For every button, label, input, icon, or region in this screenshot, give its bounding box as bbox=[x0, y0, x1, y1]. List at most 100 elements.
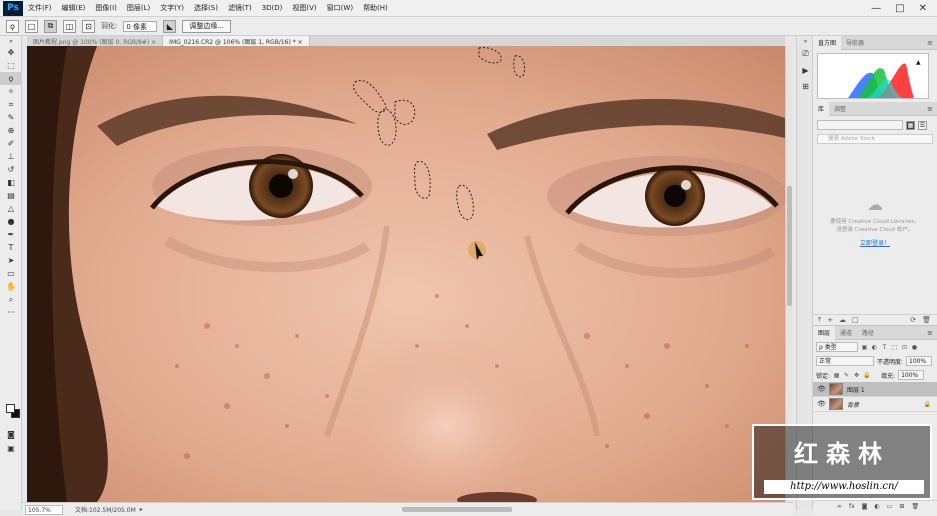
eraser-icon[interactable]: ◧ bbox=[0, 176, 22, 189]
marquee-tool-icon[interactable]: ⬚ bbox=[0, 59, 22, 72]
status-arrow-icon[interactable]: ▸ bbox=[140, 506, 143, 513]
healing-brush-icon[interactable]: ⊕ bbox=[0, 124, 22, 137]
delete-layer-icon[interactable]: 🗑 bbox=[911, 503, 919, 510]
menu-3d[interactable]: 3D(D) bbox=[257, 4, 288, 12]
actions-panel-icon[interactable]: ▶ bbox=[797, 62, 814, 78]
add-selection-icon[interactable]: ⧉ bbox=[44, 19, 57, 33]
subtract-selection-icon[interactable]: ◫ bbox=[63, 19, 76, 33]
feather-input[interactable]: 0 像素 bbox=[123, 20, 158, 32]
tab-paths[interactable]: 路径 bbox=[857, 326, 879, 340]
pixel-filter-icon[interactable]: ▣ bbox=[861, 344, 868, 351]
screen-mode-icon[interactable]: ▣ bbox=[0, 442, 22, 455]
tab-adjustments[interactable]: 调整 bbox=[829, 102, 851, 116]
adobe-stock-search[interactable]: 搜索 Adobe Stock bbox=[817, 134, 933, 144]
menu-view[interactable]: 视图(V) bbox=[287, 3, 321, 13]
menu-edit[interactable]: 编辑(E) bbox=[57, 3, 91, 13]
shape-tool-icon[interactable]: ▭ bbox=[0, 267, 22, 280]
new-group-icon[interactable]: ▭ bbox=[887, 503, 893, 510]
type-tool-icon[interactable]: T bbox=[0, 241, 22, 254]
hand-tool-icon[interactable]: ✋ bbox=[0, 280, 22, 293]
grid-view-icon[interactable]: ▦ bbox=[906, 120, 915, 130]
more-tools-icon[interactable]: ··· bbox=[0, 306, 22, 319]
layer-row-layer1[interactable]: 👁 图层 1 bbox=[813, 382, 937, 397]
eyedropper-icon[interactable]: ✎ bbox=[0, 111, 22, 124]
menu-file[interactable]: 文件(F) bbox=[23, 3, 57, 13]
tab-navigator[interactable]: 导航器 bbox=[841, 36, 869, 50]
clone-stamp-icon[interactable]: ⊥ bbox=[0, 150, 22, 163]
dodge-tool-icon[interactable]: ● bbox=[0, 215, 22, 228]
tab-libraries[interactable]: 库 bbox=[813, 101, 830, 116]
panel-menu-icon[interactable]: ≡ bbox=[927, 39, 933, 47]
menu-layer[interactable]: 图层(L) bbox=[122, 3, 155, 13]
pen-tool-icon[interactable]: ✒ bbox=[0, 228, 22, 241]
document-canvas[interactable] bbox=[27, 46, 785, 502]
horizontal-scroll-thumb[interactable] bbox=[402, 507, 512, 512]
new-adjustment-icon[interactable]: ◐ bbox=[875, 503, 880, 510]
menu-window[interactable]: 窗口(W) bbox=[322, 3, 358, 13]
layer-kind-filter[interactable]: ρ 类型 bbox=[816, 342, 858, 352]
library-delete-icon[interactable]: 🗑 bbox=[922, 316, 931, 324]
tab-layers[interactable]: 图层 bbox=[813, 325, 836, 340]
upload-icon[interactable]: ⤒ bbox=[818, 316, 821, 325]
anti-alias-icon[interactable]: ◣ bbox=[163, 19, 177, 33]
visibility-eye-icon[interactable]: 👁 bbox=[817, 400, 826, 408]
minimize-button[interactable]: — bbox=[871, 3, 881, 14]
move-tool-icon[interactable]: ✥ bbox=[0, 46, 22, 59]
fill-field[interactable]: 100% bbox=[898, 370, 925, 380]
history-panel-icon[interactable]: ⎚ bbox=[797, 46, 814, 62]
quick-mask-icon[interactable]: ◙ bbox=[0, 428, 22, 441]
smart-filter-icon[interactable]: ⊡ bbox=[901, 344, 908, 351]
crop-tool-icon[interactable]: ⌗ bbox=[0, 98, 22, 111]
lock-position-icon[interactable]: ✥ bbox=[853, 372, 860, 379]
brush-tool-icon[interactable]: ✐ bbox=[0, 137, 22, 150]
link-layers-icon[interactable]: ∞ bbox=[837, 503, 842, 510]
list-view-icon[interactable]: ☰ bbox=[918, 120, 927, 130]
document-tab[interactable]: 图片教程.png @ 100% (图层 0, RGB/8#) × bbox=[27, 36, 164, 46]
layers-menu-icon[interactable]: ≡ bbox=[927, 329, 933, 337]
blur-tool-icon[interactable]: △ bbox=[0, 202, 22, 215]
tab-histogram[interactable]: 直方图 bbox=[813, 35, 842, 50]
menu-type[interactable]: 文字(Y) bbox=[155, 3, 189, 13]
opacity-field[interactable]: 100% bbox=[906, 356, 933, 366]
lasso-tool-icon[interactable]: ϙ bbox=[0, 72, 22, 85]
refine-edge-button[interactable]: 调整边缘... bbox=[182, 19, 232, 33]
library-menu-icon[interactable]: ≡ bbox=[927, 105, 933, 113]
new-layer-icon[interactable]: ⊞ bbox=[899, 503, 904, 510]
menu-filter[interactable]: 滤镜(T) bbox=[223, 3, 257, 13]
type-filter-icon[interactable]: T bbox=[881, 344, 888, 351]
layer-row-background[interactable]: 👁 背景 🔒 bbox=[813, 397, 937, 412]
tab-channels[interactable]: 通道 bbox=[835, 326, 857, 340]
lock-image-icon[interactable]: ✎ bbox=[843, 372, 850, 379]
foreground-color-swatch[interactable] bbox=[6, 404, 15, 413]
layer-style-icon[interactable]: fx bbox=[849, 503, 855, 510]
path-select-icon[interactable]: ➤ bbox=[0, 254, 22, 267]
blend-mode-select[interactable]: 正常 bbox=[816, 356, 874, 366]
toolbar-collapse-icon[interactable]: » bbox=[0, 36, 22, 46]
filter-toggle-icon[interactable]: ● bbox=[911, 344, 918, 351]
dock-collapse-icon[interactable]: « bbox=[797, 36, 814, 46]
document-tab-active[interactable]: IMG_0216.CR2 @ 106% (图层 1, RGB/16) * × bbox=[163, 36, 310, 46]
properties-panel-icon[interactable]: ⊞ bbox=[797, 78, 814, 94]
new-library-icon[interactable]: □ bbox=[852, 316, 859, 324]
add-element-icon[interactable]: + bbox=[827, 316, 833, 324]
library-dropdown[interactable] bbox=[817, 120, 903, 130]
zoom-level-field[interactable]: 105.7% bbox=[25, 504, 63, 515]
cc-login-link[interactable]: 立即登录！ bbox=[860, 238, 890, 247]
library-sync-icon[interactable]: ⟳ bbox=[910, 316, 916, 324]
cc-sync-icon[interactable]: ☁ bbox=[839, 316, 846, 324]
add-mask-icon[interactable]: ◙ bbox=[862, 503, 868, 510]
lasso-preset-icon[interactable]: ϙ bbox=[6, 19, 19, 33]
zoom-tool-icon[interactable]: ⌕ bbox=[0, 293, 22, 306]
lock-all-icon[interactable]: 🔒 bbox=[863, 372, 870, 379]
vertical-scroll-thumb[interactable] bbox=[787, 186, 792, 306]
maximize-button[interactable]: □ bbox=[895, 3, 904, 14]
menu-image[interactable]: 图像(I) bbox=[90, 3, 122, 13]
gradient-tool-icon[interactable]: ▤ bbox=[0, 189, 22, 202]
visibility-eye-icon[interactable]: 👁 bbox=[817, 385, 826, 393]
menu-select[interactable]: 选择(S) bbox=[189, 3, 223, 13]
new-selection-icon[interactable]: □ bbox=[25, 19, 38, 33]
intersect-selection-icon[interactable]: ⊡ bbox=[82, 19, 95, 33]
close-button[interactable]: ✕ bbox=[919, 3, 927, 14]
menu-help[interactable]: 帮助(H) bbox=[358, 3, 393, 13]
magic-wand-icon[interactable]: ✧ bbox=[0, 85, 22, 98]
